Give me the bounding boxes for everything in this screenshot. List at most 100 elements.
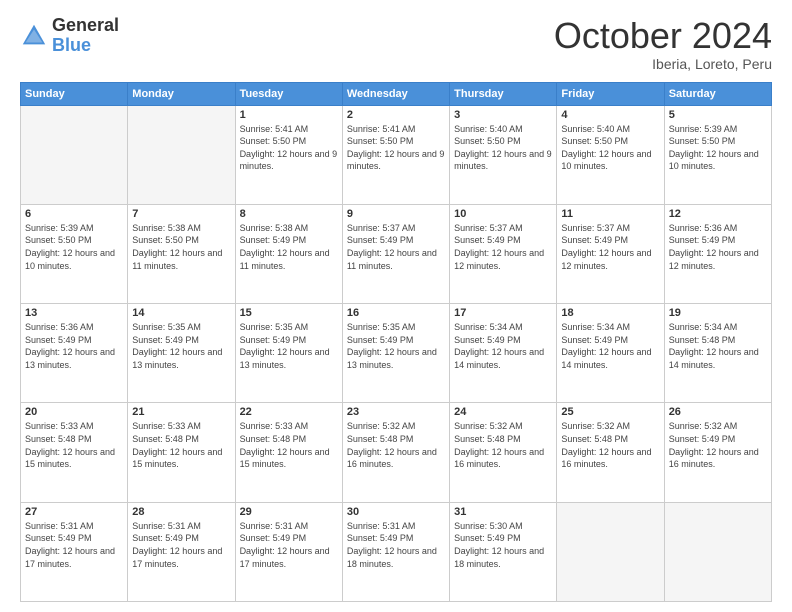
day-number: 13: [25, 307, 123, 319]
day-number: 9: [347, 208, 445, 220]
calendar-cell: 18 Sunrise: 5:34 AM Sunset: 5:49 PM Dayli…: [557, 304, 664, 403]
day-info: Sunrise: 5:31 AM Sunset: 5:49 PM Dayligh…: [347, 520, 445, 570]
title-block: October 2024 Iberia, Loreto, Peru: [554, 16, 772, 72]
calendar-cell: 1 Sunrise: 5:41 AM Sunset: 5:50 PM Daylig…: [235, 105, 342, 204]
day-number: 11: [561, 208, 659, 220]
day-info: Sunrise: 5:32 AM Sunset: 5:48 PM Dayligh…: [561, 420, 659, 470]
calendar-cell: 6 Sunrise: 5:39 AM Sunset: 5:50 PM Daylig…: [21, 204, 128, 303]
day-info: Sunrise: 5:34 AM Sunset: 5:49 PM Dayligh…: [561, 321, 659, 371]
calendar-cell: 16 Sunrise: 5:35 AM Sunset: 5:49 PM Dayli…: [342, 304, 449, 403]
day-info: Sunrise: 5:35 AM Sunset: 5:49 PM Dayligh…: [240, 321, 338, 371]
day-info: Sunrise: 5:35 AM Sunset: 5:49 PM Dayligh…: [132, 321, 230, 371]
location: Iberia, Loreto, Peru: [554, 56, 772, 72]
calendar-cell: 11 Sunrise: 5:37 AM Sunset: 5:49 PM Dayli…: [557, 204, 664, 303]
calendar-week: 20 Sunrise: 5:33 AM Sunset: 5:48 PM Dayli…: [21, 403, 772, 502]
day-info: Sunrise: 5:35 AM Sunset: 5:49 PM Dayligh…: [347, 321, 445, 371]
weekday-header: Thursday: [450, 82, 557, 105]
day-number: 3: [454, 109, 552, 121]
day-info: Sunrise: 5:37 AM Sunset: 5:49 PM Dayligh…: [347, 222, 445, 272]
calendar-cell: 3Sunrise: 5:40 AM Sunset: 5:50 PM Daylig…: [450, 105, 557, 204]
day-info: Sunrise: 5:39 AM Sunset: 5:50 PM Dayligh…: [25, 222, 123, 272]
day-number: 1: [240, 109, 338, 121]
day-info: Sunrise: 5:31 AM Sunset: 5:49 PM Dayligh…: [25, 520, 123, 570]
day-number: 10: [454, 208, 552, 220]
day-info: Sunrise: 5:41 AM Sunset: 5:50 PM Dayligh…: [347, 123, 445, 173]
day-info: Sunrise: 5:41 AM Sunset: 5:50 PM Dayligh…: [240, 123, 338, 173]
calendar-cell: 9 Sunrise: 5:37 AM Sunset: 5:49 PM Daylig…: [342, 204, 449, 303]
calendar-week: 6 Sunrise: 5:39 AM Sunset: 5:50 PM Daylig…: [21, 204, 772, 303]
day-info: Sunrise: 5:34 AM Sunset: 5:48 PM Dayligh…: [669, 321, 767, 371]
calendar-cell: 10Sunrise: 5:37 AM Sunset: 5:49 PM Dayli…: [450, 204, 557, 303]
day-number: 17: [454, 307, 552, 319]
day-info: Sunrise: 5:32 AM Sunset: 5:48 PM Dayligh…: [454, 420, 552, 470]
calendar-cell: 29 Sunrise: 5:31 AM Sunset: 5:49 PM Dayli…: [235, 502, 342, 601]
day-number: 29: [240, 506, 338, 518]
calendar-cell: 5Sunrise: 5:39 AM Sunset: 5:50 PM Daylig…: [664, 105, 771, 204]
calendar-cell: 28Sunrise: 5:31 AM Sunset: 5:49 PM Dayli…: [128, 502, 235, 601]
calendar-cell: 4 Sunrise: 5:40 AM Sunset: 5:50 PM Daylig…: [557, 105, 664, 204]
day-number: 4: [561, 109, 659, 121]
day-number: 31: [454, 506, 552, 518]
calendar-cell: 31 Sunrise: 5:30 AM Sunset: 5:49 PM Dayli…: [450, 502, 557, 601]
calendar-cell: [557, 502, 664, 601]
calendar-cell: 25 Sunrise: 5:32 AM Sunset: 5:48 PM Dayli…: [557, 403, 664, 502]
day-number: 30: [347, 506, 445, 518]
day-number: 25: [561, 406, 659, 418]
calendar-cell: 7Sunrise: 5:38 AM Sunset: 5:50 PM Daylig…: [128, 204, 235, 303]
calendar-cell: 17 Sunrise: 5:34 AM Sunset: 5:49 PM Dayli…: [450, 304, 557, 403]
calendar-cell: [128, 105, 235, 204]
calendar: SundayMondayTuesdayWednesdayThursdayFrid…: [20, 82, 772, 602]
day-number: 26: [669, 406, 767, 418]
calendar-cell: 30 Sunrise: 5:31 AM Sunset: 5:49 PM Dayli…: [342, 502, 449, 601]
day-number: 5: [669, 109, 767, 121]
day-number: 21: [132, 406, 230, 418]
day-number: 8: [240, 208, 338, 220]
page: General Blue October 2024 Iberia, Loreto…: [0, 0, 792, 612]
calendar-cell: 13 Sunrise: 5:36 AM Sunset: 5:49 PM Dayli…: [21, 304, 128, 403]
weekday-header: Friday: [557, 82, 664, 105]
calendar-cell: 22Sunrise: 5:33 AM Sunset: 5:48 PM Dayli…: [235, 403, 342, 502]
logo-icon: [20, 22, 48, 50]
calendar-cell: [21, 105, 128, 204]
day-info: Sunrise: 5:36 AM Sunset: 5:49 PM Dayligh…: [669, 222, 767, 272]
calendar-cell: 15Sunrise: 5:35 AM Sunset: 5:49 PM Dayli…: [235, 304, 342, 403]
day-number: 12: [669, 208, 767, 220]
weekday-header: Sunday: [21, 82, 128, 105]
weekday-header: Wednesday: [342, 82, 449, 105]
day-info: Sunrise: 5:37 AM Sunset: 5:49 PM Dayligh…: [561, 222, 659, 272]
day-number: 14: [132, 307, 230, 319]
calendar-cell: 19 Sunrise: 5:34 AM Sunset: 5:48 PM Dayli…: [664, 304, 771, 403]
day-info: Sunrise: 5:34 AM Sunset: 5:49 PM Dayligh…: [454, 321, 552, 371]
day-number: 19: [669, 307, 767, 319]
header: General Blue October 2024 Iberia, Loreto…: [20, 16, 772, 72]
calendar-cell: 21 Sunrise: 5:33 AM Sunset: 5:48 PM Dayli…: [128, 403, 235, 502]
day-info: Sunrise: 5:30 AM Sunset: 5:49 PM Dayligh…: [454, 520, 552, 570]
day-info: Sunrise: 5:31 AM Sunset: 5:49 PM Dayligh…: [132, 520, 230, 570]
calendar-week: 13 Sunrise: 5:36 AM Sunset: 5:49 PM Dayli…: [21, 304, 772, 403]
day-number: 7: [132, 208, 230, 220]
day-info: Sunrise: 5:31 AM Sunset: 5:49 PM Dayligh…: [240, 520, 338, 570]
day-number: 20: [25, 406, 123, 418]
day-number: 18: [561, 307, 659, 319]
logo-blue: Blue: [52, 36, 119, 56]
calendar-cell: 14 Sunrise: 5:35 AM Sunset: 5:49 PM Dayli…: [128, 304, 235, 403]
weekday-row: SundayMondayTuesdayWednesdayThursdayFrid…: [21, 82, 772, 105]
day-number: 23: [347, 406, 445, 418]
month-title: October 2024: [554, 16, 772, 56]
day-info: Sunrise: 5:33 AM Sunset: 5:48 PM Dayligh…: [25, 420, 123, 470]
logo-general: General: [52, 16, 119, 36]
day-info: Sunrise: 5:40 AM Sunset: 5:50 PM Dayligh…: [561, 123, 659, 173]
weekday-header: Tuesday: [235, 82, 342, 105]
day-number: 2: [347, 109, 445, 121]
calendar-cell: 27Sunrise: 5:31 AM Sunset: 5:49 PM Dayli…: [21, 502, 128, 601]
weekday-header: Monday: [128, 82, 235, 105]
day-info: Sunrise: 5:36 AM Sunset: 5:49 PM Dayligh…: [25, 321, 123, 371]
day-number: 6: [25, 208, 123, 220]
day-info: Sunrise: 5:32 AM Sunset: 5:49 PM Dayligh…: [669, 420, 767, 470]
day-number: 16: [347, 307, 445, 319]
calendar-cell: 23Sunrise: 5:32 AM Sunset: 5:48 PM Dayli…: [342, 403, 449, 502]
calendar-week: 1 Sunrise: 5:41 AM Sunset: 5:50 PM Daylig…: [21, 105, 772, 204]
logo-text: General Blue: [52, 16, 119, 56]
day-info: Sunrise: 5:33 AM Sunset: 5:48 PM Dayligh…: [132, 420, 230, 470]
calendar-cell: 26 Sunrise: 5:32 AM Sunset: 5:49 PM Dayli…: [664, 403, 771, 502]
